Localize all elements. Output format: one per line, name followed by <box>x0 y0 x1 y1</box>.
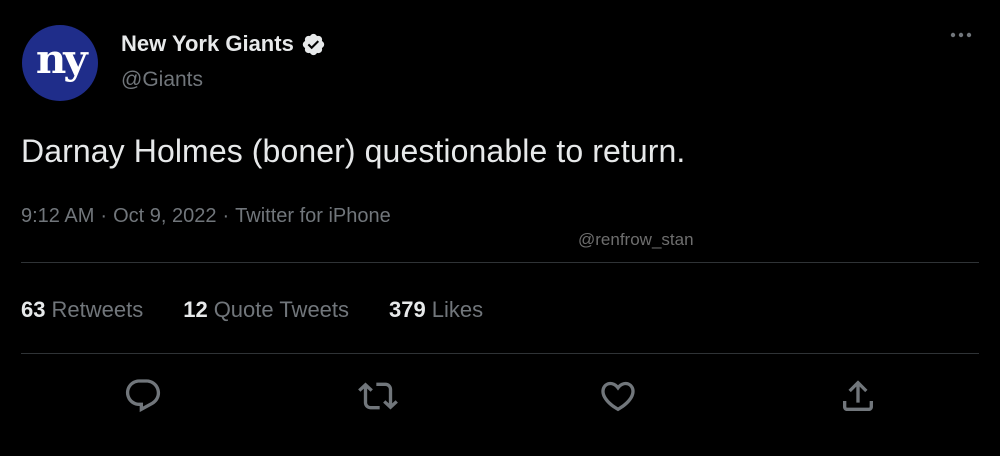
quote-tweets-count: 12 <box>183 297 208 322</box>
retweets-count: 63 <box>21 297 46 322</box>
divider <box>21 353 979 354</box>
tweet-source[interactable]: Twitter for iPhone <box>235 205 391 228</box>
share-icon[interactable] <box>838 376 878 416</box>
watermark: @renfrow_stan <box>578 230 694 249</box>
meta-separator: · <box>100 205 108 227</box>
meta-separator: · <box>222 205 230 227</box>
reply-icon[interactable] <box>123 376 163 416</box>
retweets-label: Retweets <box>51 297 144 322</box>
tweet-text: Darnay Holmes (boner) questionable to re… <box>21 133 686 169</box>
giants-logo: ny <box>35 36 88 83</box>
divider <box>21 262 979 263</box>
display-name[interactable]: New York Giants <box>121 31 294 57</box>
likes-stat[interactable]: 379 Likes <box>389 297 483 323</box>
quote-tweets-label: Quote Tweets <box>213 297 350 322</box>
tweet-meta: 9:12 AM · Oct 9, 2022 · Twitter for iPho… <box>21 205 391 228</box>
tweet-time[interactable]: 9:12 AM <box>21 205 94 228</box>
like-icon[interactable] <box>598 376 638 416</box>
more-options-icon[interactable] <box>948 25 974 45</box>
retweet-icon[interactable] <box>358 376 398 416</box>
author-handle[interactable]: @Giants <box>121 68 203 92</box>
verified-badge-icon <box>302 33 324 55</box>
likes-count: 379 <box>389 297 426 322</box>
tweet-stats: 63 Retweets 12 Quote Tweets 379 Likes <box>21 297 523 323</box>
avatar[interactable]: ny <box>22 25 98 101</box>
likes-label: Likes <box>431 297 484 322</box>
retweets-stat[interactable]: 63 Retweets <box>21 297 143 323</box>
quote-tweets-stat[interactable]: 12 Quote Tweets <box>183 297 349 323</box>
author-name-row: New York Giants <box>121 30 326 58</box>
tweet-date[interactable]: Oct 9, 2022 <box>113 205 216 228</box>
